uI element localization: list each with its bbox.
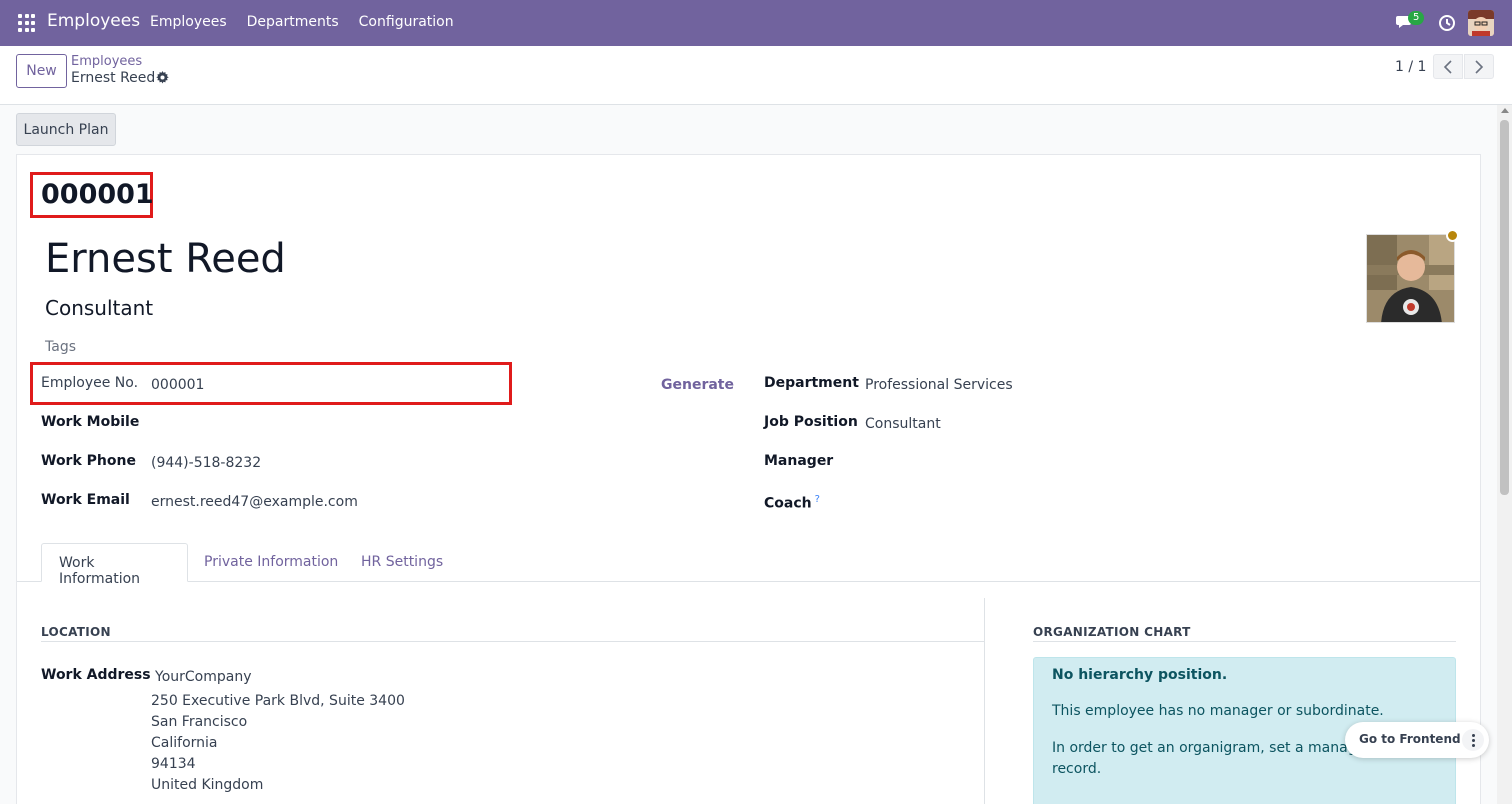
- employee-no-input[interactable]: 000001: [151, 377, 204, 393]
- employee-no-label: Employee No.: [41, 375, 139, 391]
- work-mobile-input[interactable]: [151, 416, 651, 434]
- apps-menu-icon[interactable]: [18, 14, 36, 32]
- new-button[interactable]: New: [16, 54, 67, 88]
- org-chart-heading: ORGANIZATION CHART: [1033, 625, 1191, 639]
- menu-item-configuration[interactable]: Configuration: [359, 14, 454, 30]
- top-navbar: Employees Employees Departments Configur…: [0, 0, 1512, 46]
- pager-previous-button[interactable]: [1433, 54, 1463, 79]
- presence-status-dot: [1446, 229, 1459, 242]
- user-avatar[interactable]: [1468, 10, 1494, 36]
- control-panel: New Employees Ernest Reed 1 / 1: [0, 46, 1512, 105]
- job-position-input[interactable]: Consultant: [865, 416, 941, 432]
- org-chart-text-3: record.: [1052, 761, 1102, 777]
- address-company[interactable]: YourCompany: [155, 669, 252, 685]
- address-city: San Francisco: [151, 714, 248, 730]
- address-country: United Kingdom: [151, 777, 264, 793]
- column-divider: [984, 598, 985, 804]
- pager-next-button[interactable]: [1464, 54, 1494, 79]
- main-menu: Employees Departments Configuration: [150, 14, 474, 30]
- chevron-right-icon: [1475, 59, 1484, 74]
- go-to-frontend-button[interactable]: Go to Frontend: [1359, 732, 1461, 746]
- breadcrumb-current: Ernest Reed: [71, 70, 156, 86]
- employee-name-field[interactable]: Ernest Reed: [45, 236, 286, 282]
- job-position-label: Job Position: [764, 414, 858, 430]
- location-rule: [41, 641, 984, 642]
- employee-photo[interactable]: [1366, 234, 1455, 323]
- work-mobile-label: Work Mobile: [41, 414, 140, 430]
- address-zip: 94134: [151, 756, 196, 772]
- gear-icon[interactable]: [156, 71, 169, 84]
- scroll-up-arrow-icon[interactable]: [1500, 108, 1509, 113]
- work-email-label: Work Email: [41, 492, 130, 508]
- location-heading: LOCATION: [41, 625, 111, 639]
- coach-label: Coach?: [764, 494, 820, 512]
- org-chart-text-1: This employee has no manager or subordin…: [1052, 703, 1384, 719]
- manager-label: Manager: [764, 453, 834, 469]
- work-phone-label: Work Phone: [41, 453, 136, 469]
- org-chart-text-2: In order to get an organigram, set a man…: [1052, 740, 1384, 756]
- org-chart-rule: [1033, 641, 1456, 642]
- org-chart-title: No hierarchy position.: [1052, 667, 1228, 683]
- manager-input[interactable]: [865, 455, 1365, 473]
- menu-item-employees[interactable]: Employees: [150, 14, 227, 30]
- app-name[interactable]: Employees: [47, 11, 140, 31]
- tab-private-information[interactable]: Private Information: [187, 543, 355, 582]
- help-icon[interactable]: ?: [815, 494, 820, 505]
- pager-value[interactable]: 1 / 1: [1395, 59, 1426, 75]
- tab-work-information[interactable]: Work Information: [41, 543, 188, 587]
- breadcrumb-employees[interactable]: Employees: [71, 54, 142, 69]
- department-label: Department: [764, 375, 859, 391]
- coach-label-text: Coach: [764, 495, 812, 512]
- activity-clock-icon[interactable]: [1438, 14, 1456, 32]
- job-title-field[interactable]: Consultant: [45, 296, 153, 320]
- menu-item-departments[interactable]: Departments: [247, 14, 339, 30]
- work-phone-input[interactable]: (944)-518-8232: [151, 455, 261, 471]
- department-input[interactable]: Professional Services: [865, 377, 1013, 393]
- employee-number-heading: 000001: [41, 179, 154, 210]
- work-address-label: Work Address: [41, 667, 151, 683]
- coach-input[interactable]: [865, 494, 1365, 512]
- address-street: 250 Executive Park Blvd, Suite 3400: [151, 693, 405, 709]
- chevron-left-icon: [1443, 59, 1452, 74]
- work-email-input[interactable]: ernest.reed47@example.com: [151, 494, 358, 510]
- more-options-icon[interactable]: [1462, 729, 1484, 751]
- address-state: California: [151, 735, 218, 751]
- generate-button[interactable]: Generate: [661, 377, 734, 393]
- launch-plan-button[interactable]: Launch Plan: [16, 113, 116, 146]
- scrollbar-thumb[interactable]: [1500, 120, 1509, 495]
- tab-hr-settings[interactable]: HR Settings: [344, 543, 460, 582]
- tags-field[interactable]: Tags: [45, 339, 76, 355]
- chat-badge: 5: [1408, 11, 1425, 25]
